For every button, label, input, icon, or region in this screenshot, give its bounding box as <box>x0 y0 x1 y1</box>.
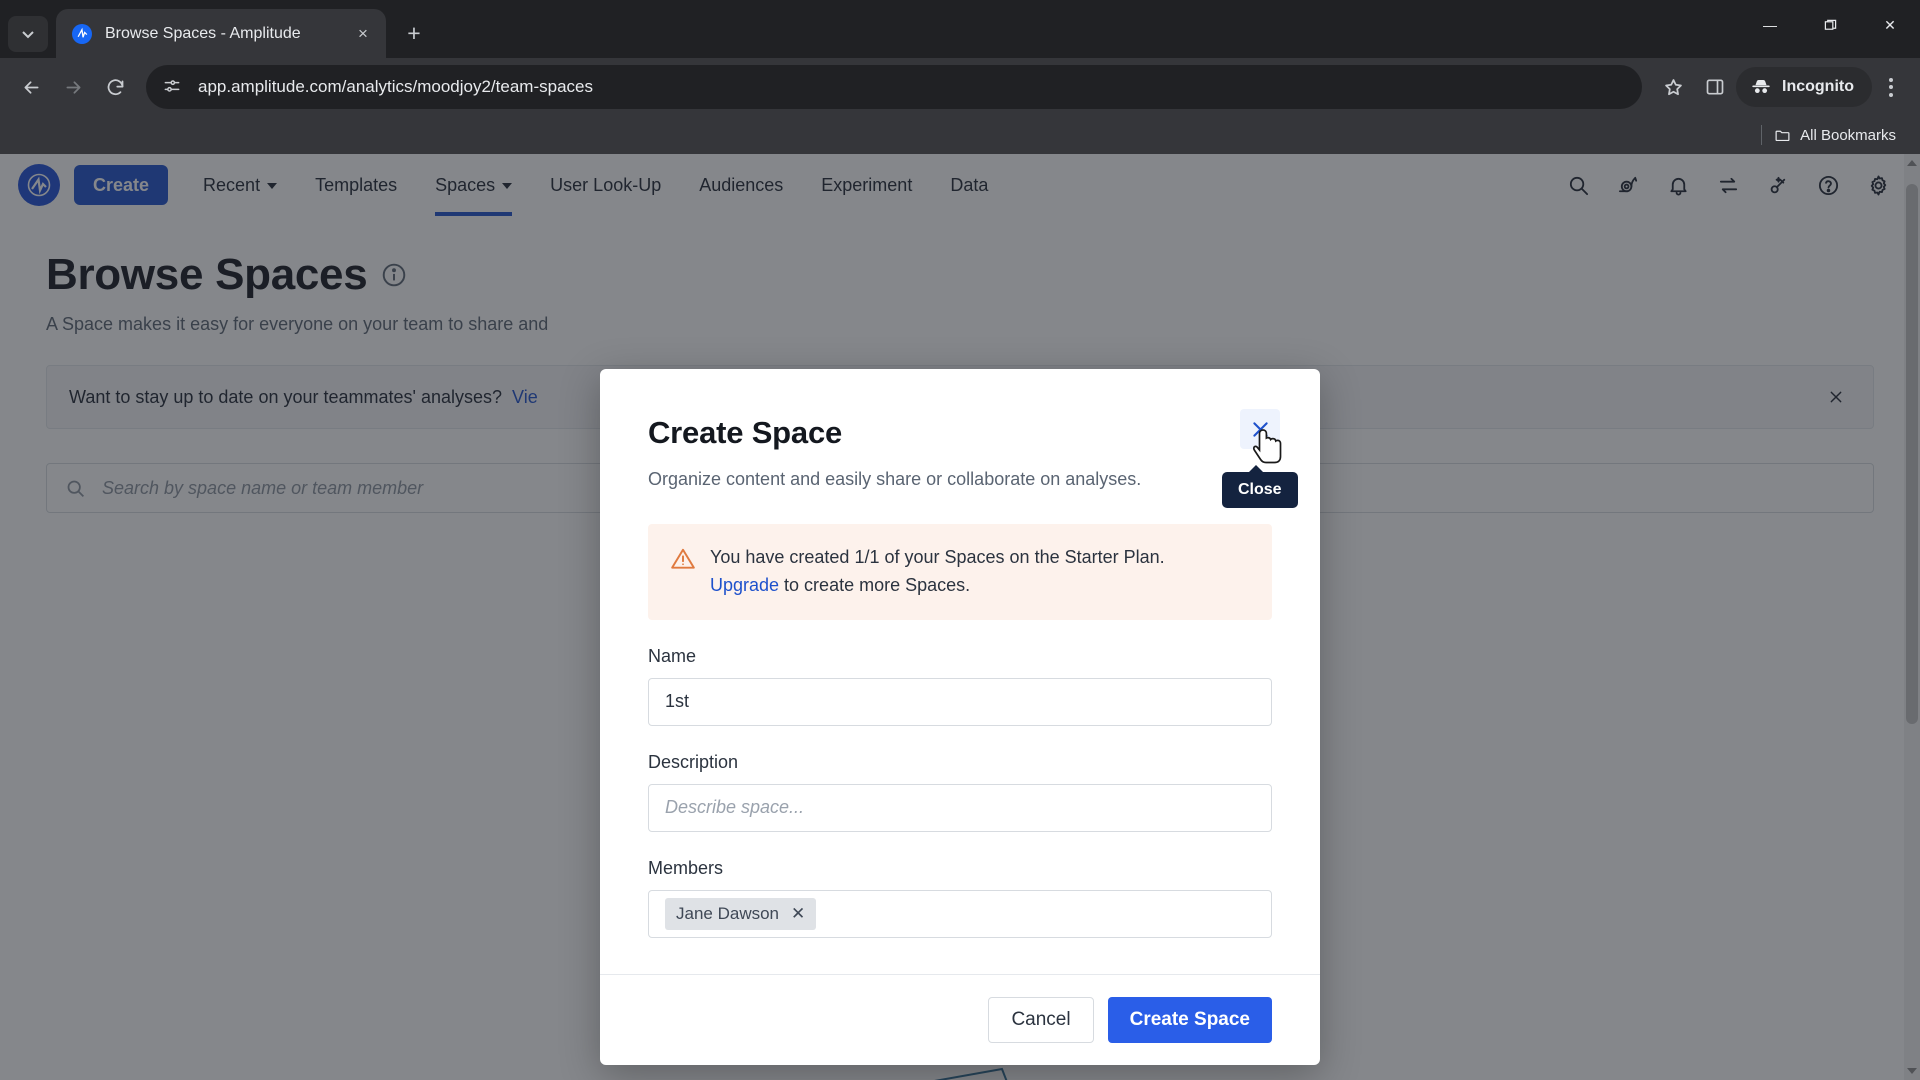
bookmarks-bar: All Bookmarks <box>0 116 1920 154</box>
name-field-group: Name 1st <box>648 646 1272 726</box>
url-text: app.amplitude.com/analytics/moodjoy2/tea… <box>198 77 593 96</box>
cancel-button[interactable]: Cancel <box>988 996 1094 1043</box>
description-field-group: Description Describe space... <box>648 752 1272 832</box>
plan-limit-warning: You have created 1/1 of your Spaces on t… <box>648 524 1272 620</box>
incognito-indicator[interactable]: Incognito <box>1736 67 1872 107</box>
browser-window: Browse Spaces - Amplitude × + — ✕ app.am… <box>0 0 1920 1080</box>
window-minimize-button[interactable]: — <box>1740 1 1800 49</box>
upgrade-link[interactable]: Upgrade <box>710 575 779 595</box>
chevron-down-icon <box>22 31 34 39</box>
warning-line-2: Upgrade to create more Spaces. <box>710 572 1165 600</box>
close-tooltip: Close <box>1222 465 1298 508</box>
back-arrow-icon <box>24 80 38 94</box>
tab-title: Browse Spaces - Amplitude <box>105 24 301 42</box>
warning-triangle-icon <box>670 546 696 572</box>
browser-menu-button[interactable] <box>1872 66 1910 108</box>
bookmark-star-button[interactable] <box>1652 66 1694 108</box>
incognito-icon <box>1752 80 1770 94</box>
mouse-cursor-pointer <box>1253 429 1282 464</box>
address-bar[interactable]: app.amplitude.com/analytics/moodjoy2/tea… <box>146 65 1643 109</box>
browser-tab[interactable]: Browse Spaces - Amplitude × <box>56 9 386 58</box>
side-panel-icon <box>1706 79 1724 95</box>
name-input[interactable]: 1st <box>648 677 1272 726</box>
window-close-button[interactable]: ✕ <box>1860 1 1920 49</box>
browser-toolbar: app.amplitude.com/analytics/moodjoy2/tea… <box>0 58 1920 116</box>
name-input-value: 1st <box>665 691 690 712</box>
modal-title: Create Space <box>648 415 843 450</box>
window-controls: — ✕ <box>1740 0 1920 50</box>
description-field-label: Description <box>648 751 739 772</box>
site-settings-icon[interactable] <box>162 76 184 98</box>
member-chip-remove-icon[interactable]: ✕ <box>791 905 805 922</box>
folder-icon <box>1775 130 1790 141</box>
kebab-dot <box>1889 92 1893 97</box>
star-icon <box>1664 78 1682 95</box>
tab-search-button[interactable] <box>8 16 48 52</box>
kebab-dot <box>1889 77 1893 82</box>
warning-text: You have created 1/1 of your Spaces on t… <box>710 544 1165 600</box>
modal-subtitle: Organize content and easily share or col… <box>648 469 1142 489</box>
window-maximize-button[interactable] <box>1800 1 1860 49</box>
amplitude-favicon-icon <box>72 23 92 44</box>
new-tab-button[interactable]: + <box>396 15 432 51</box>
description-input-placeholder: Describe space... <box>665 797 805 818</box>
warning-line-2-rest: to create more Spaces. <box>779 574 971 595</box>
name-field-label: Name <box>648 645 697 666</box>
member-chip: Jane Dawson ✕ <box>665 897 817 930</box>
all-bookmarks-button[interactable]: All Bookmarks <box>1774 127 1896 144</box>
members-field-group: Members Jane Dawson ✕ <box>648 858 1272 938</box>
tab-close-button[interactable]: × <box>350 21 376 47</box>
divider <box>1761 125 1763 145</box>
warning-line-1: You have created 1/1 of your Spaces on t… <box>710 547 1165 567</box>
member-chip-label: Jane Dawson <box>676 903 780 923</box>
modal-footer: Cancel Create Space <box>600 973 1320 1065</box>
incognito-label: Incognito <box>1782 78 1854 95</box>
page-viewport: Create Recent Templates Spaces User Look… <box>0 154 1920 1080</box>
reload-icon <box>107 78 123 95</box>
tab-strip: Browse Spaces - Amplitude × + — ✕ <box>0 0 1920 58</box>
all-bookmarks-label: All Bookmarks <box>1800 126 1896 144</box>
members-field-label: Members <box>648 857 724 878</box>
description-input[interactable]: Describe space... <box>648 783 1272 832</box>
back-button[interactable] <box>10 66 52 108</box>
reload-button[interactable] <box>94 66 136 108</box>
forward-button[interactable] <box>52 66 94 108</box>
side-panel-button[interactable] <box>1694 66 1736 108</box>
members-input[interactable]: Jane Dawson ✕ <box>648 889 1272 938</box>
create-space-submit-button[interactable]: Create Space <box>1107 996 1272 1043</box>
kebab-dot <box>1889 85 1893 89</box>
forward-arrow-icon <box>66 80 80 94</box>
modal-body: Create Space Organize content and easily… <box>600 369 1320 938</box>
create-space-modal: Create Space Organize content and easily… <box>600 369 1320 1065</box>
